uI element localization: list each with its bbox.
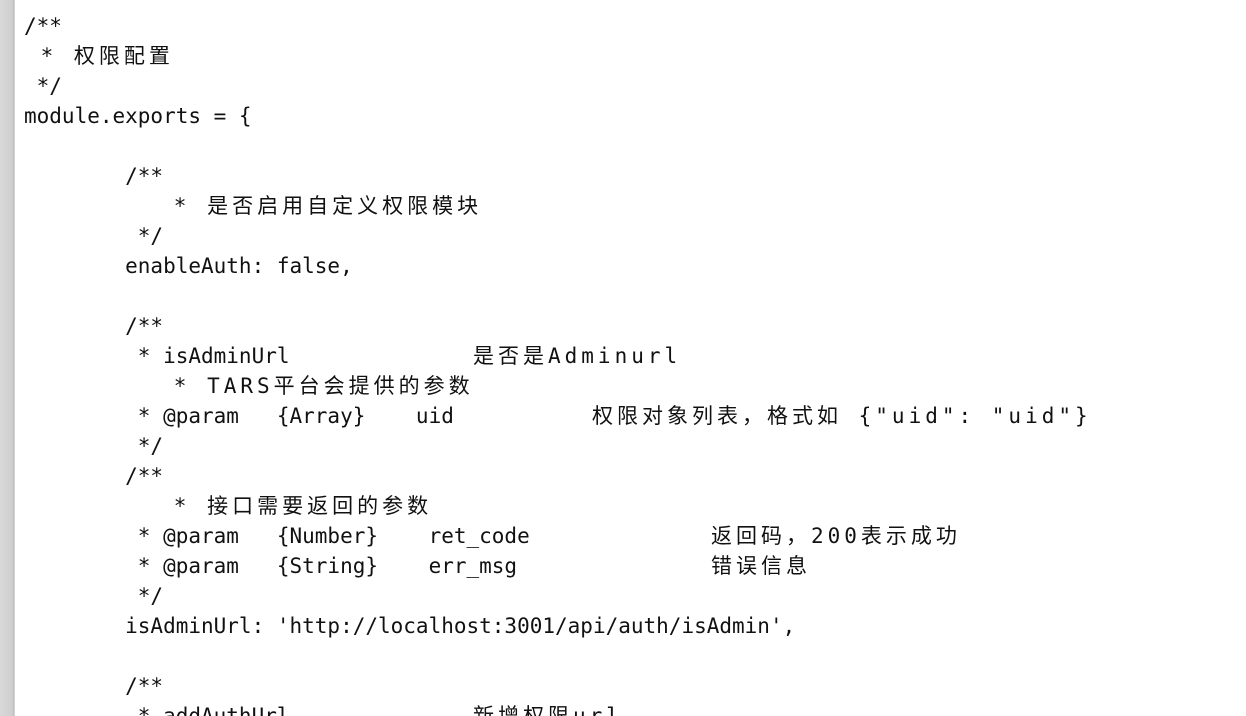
code-editor[interactable]: /** * 权限配置 */ module.exports = { /** * 是…: [24, 11, 1246, 716]
code-text: */: [24, 584, 164, 608]
code-comment-description: 返回码，200表示成功: [711, 524, 961, 548]
code-comment-description: 权限对象列表，格式如 {"uid": "uid"}: [592, 404, 1092, 428]
code-text: * 是否启用自定义权限模块: [24, 194, 483, 218]
code-text: /**: [24, 164, 164, 188]
code-line: /**: [24, 311, 1246, 341]
code-line: /**: [24, 461, 1246, 491]
code-text: * @param {Number} ret_code: [24, 524, 530, 548]
code-line: module.exports = {: [24, 101, 1246, 131]
code-comment-description: 是否是Adminurl: [473, 344, 682, 368]
code-text: /**: [24, 674, 164, 698]
code-line: * isAdminUrl 是否是Adminurl: [24, 341, 1246, 371]
code-line: * 权限配置: [24, 41, 1246, 71]
code-text: * isAdminUrl: [24, 344, 290, 368]
code-text: * 接口需要返回的参数: [24, 494, 433, 518]
code-comment-description: 错误信息: [711, 554, 811, 578]
code-line: */: [24, 71, 1246, 101]
code-line: * @param {String} err_msg 错误信息: [24, 551, 1246, 581]
code-comment-description: 新增权限url: [473, 704, 623, 716]
code-line: * @param {Array} uid 权限对象列表，格式如 {"uid": …: [24, 401, 1246, 431]
code-line: * 接口需要返回的参数: [24, 491, 1246, 521]
code-line: enableAuth: false,: [24, 251, 1246, 281]
code-text: isAdminUrl: 'http://localhost:3001/api/a…: [24, 614, 796, 638]
code-text: * addAuthUrl: [24, 704, 290, 716]
code-text: /**: [24, 314, 164, 338]
code-text: * @param {String} err_msg: [24, 554, 518, 578]
code-text: enableAuth: false,: [24, 254, 353, 278]
code-line: isAdminUrl: 'http://localhost:3001/api/a…: [24, 611, 1246, 641]
code-line: /**: [24, 11, 1246, 41]
code-text: * @param {Array} uid: [24, 404, 454, 428]
code-text: module.exports = {: [24, 104, 252, 128]
code-line: * addAuthUrl 新增权限url: [24, 701, 1246, 716]
code-line: /**: [24, 161, 1246, 191]
code-text: */: [24, 434, 164, 458]
code-line: * 是否启用自定义权限模块: [24, 191, 1246, 221]
code-line: */: [24, 581, 1246, 611]
code-line: * TARS平台会提供的参数: [24, 371, 1246, 401]
code-text: * 权限配置: [24, 44, 174, 68]
code-text: */: [24, 224, 164, 248]
code-text: /**: [24, 14, 62, 38]
code-line: * @param {Number} ret_code 返回码，200表示成功: [24, 521, 1246, 551]
window-left-edge: [0, 0, 15, 716]
text-editor-window: /** * 权限配置 */ module.exports = { /** * 是…: [0, 0, 1246, 716]
code-line: /**: [24, 671, 1246, 701]
code-line: */: [24, 431, 1246, 461]
code-text: */: [24, 74, 62, 98]
code-text: * TARS平台会提供的参数: [24, 374, 474, 398]
code-line: */: [24, 221, 1246, 251]
code-text: /**: [24, 464, 164, 488]
